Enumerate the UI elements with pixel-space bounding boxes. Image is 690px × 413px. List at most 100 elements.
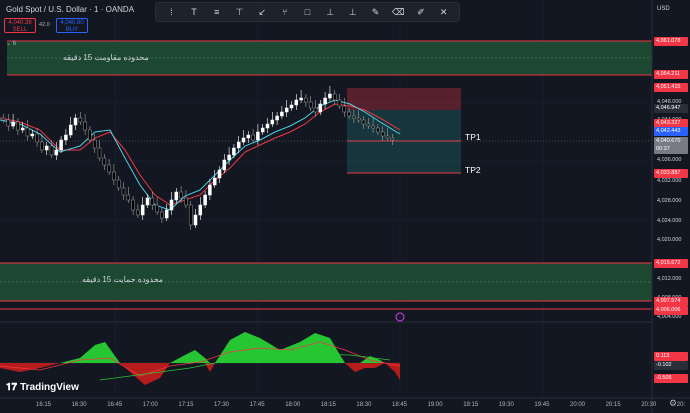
price-tag[interactable]: 4,051.415 (654, 83, 688, 92)
fib-icon[interactable]: ≡ (210, 5, 224, 19)
price-axis-label: 4,020.000 (657, 237, 682, 243)
candle-body (371, 125, 375, 129)
time-axis-label: 18:15 (320, 402, 336, 408)
candle-body (136, 209, 140, 216)
path-icon[interactable]: ⊥ (323, 5, 337, 19)
tradingview-icon: 𝟏𝟕 (6, 382, 18, 393)
candle-body (342, 105, 347, 113)
candle-body (256, 131, 260, 141)
time-axis-label: 18:00 (285, 402, 301, 408)
price-tag[interactable]: 4,046.947 (654, 104, 688, 113)
candle-body (289, 104, 294, 109)
candle-body (169, 199, 174, 211)
candle-body (40, 141, 44, 151)
pin-icon[interactable]: ⊥ (346, 5, 360, 19)
oscillator-tag[interactable]: -0.505 (654, 374, 688, 383)
buy-button[interactable]: 4,040.80 BUY (56, 18, 88, 33)
price-tag[interactable]: 4,061.078 (654, 37, 688, 46)
candle-body (150, 197, 155, 206)
candle-body (59, 139, 63, 151)
sell-price: 4,040.38 (8, 20, 32, 26)
candle-body (164, 209, 169, 219)
sticker-icon[interactable]: ✐ (414, 5, 428, 19)
candle-body (337, 99, 342, 107)
price-tag[interactable]: 4,054.211 (654, 70, 688, 79)
arrow-icon[interactable]: ↙ (255, 5, 269, 19)
candle-body (328, 93, 332, 99)
candle-body (112, 171, 116, 181)
ma-cyan-line (0, 99, 401, 211)
sell-label: SELL (12, 27, 28, 33)
time-axis-label: 18:30 (356, 402, 372, 408)
candle-body (198, 204, 203, 216)
price-tag[interactable]: 00:37 (654, 145, 688, 154)
time-axis-label: 20:15 (605, 402, 621, 408)
buy-price: 4,040.80 (60, 20, 84, 26)
time-axis-label: 20: (676, 402, 686, 408)
candle-body (270, 119, 275, 125)
rectangle-icon[interactable]: □ (300, 5, 314, 19)
symbol-title[interactable]: Gold Spot / U.S. Dollar · 1 · OANDA (6, 5, 134, 14)
candle-body (347, 111, 351, 117)
candle-body (356, 117, 361, 121)
stop-loss-area[interactable] (347, 88, 461, 110)
time-axis-label: 17:30 (214, 402, 230, 408)
spread-value: 42.0 (39, 22, 50, 28)
tradingview-logo[interactable]: 𝟏𝟕 TradingView (6, 382, 79, 393)
candle-body (107, 164, 111, 173)
candle-body (280, 111, 284, 117)
gear-icon[interactable]: ⚙ (669, 398, 677, 409)
resistance-zone-label: محدوده مقاومت 15 دقیقه (63, 53, 149, 62)
candle-body (97, 147, 102, 159)
support-zone-label: محدوده حمایت 15 دقیقه (82, 275, 164, 284)
candle-body (54, 149, 59, 156)
time-axis-label: 16:30 (71, 402, 87, 408)
candle-body (44, 145, 49, 151)
time-axis-label: 16:45 (107, 402, 123, 408)
candle-body (174, 191, 179, 201)
candle-body (227, 154, 231, 161)
candle-body (140, 204, 145, 216)
candle-body (188, 204, 193, 226)
brush-icon[interactable]: ✎ (369, 5, 383, 19)
price-tag[interactable]: 4,015.672 (654, 259, 688, 268)
pitchfork-icon[interactable]: ⑂ (278, 5, 292, 19)
indicator-toggle[interactable]: ⌄ 6 (6, 40, 16, 47)
price-axis-label: 4,032.000 (657, 178, 682, 184)
price-tag[interactable]: 4,007.574 (654, 297, 688, 306)
candle-body (30, 133, 35, 137)
candle-body (361, 119, 366, 125)
candle-body (313, 107, 318, 113)
candle-body (83, 121, 87, 131)
candle-body (88, 129, 92, 141)
price-tag[interactable]: 4,042.443 (654, 127, 688, 136)
candle-body (131, 199, 135, 211)
candle-body (275, 115, 279, 121)
cursor-icon[interactable]: ⁞ (164, 5, 178, 19)
eraser-icon[interactable]: ⌫ (391, 5, 405, 19)
sell-button[interactable]: 4,040.38 SELL (4, 18, 36, 33)
candle-body (68, 124, 73, 136)
candle-body (6, 119, 11, 127)
candle-body (73, 117, 78, 126)
candle-body (155, 204, 159, 213)
currency-label[interactable]: USD (657, 6, 670, 12)
price-tag[interactable]: 4,006.006 (654, 306, 688, 315)
candle-body (116, 179, 121, 189)
time-axis-label: 17:15 (178, 402, 194, 408)
oscillator-tag[interactable]: 0.113 (654, 352, 688, 361)
close-icon[interactable]: ✕ (437, 5, 451, 19)
candle-body (179, 191, 183, 199)
candle-body (35, 133, 39, 143)
tp2-label: TP2 (465, 165, 481, 175)
candle-body (332, 93, 337, 101)
candle-body (102, 157, 107, 166)
price-tag[interactable]: 4,033.887 (654, 169, 688, 178)
oscillator-tag[interactable]: -0.102 (654, 361, 688, 370)
candle-body (11, 121, 15, 127)
logo-text: TradingView (20, 382, 79, 393)
measure-icon[interactable]: ⊤ (232, 5, 246, 19)
price-axis-label: 4,036.000 (657, 157, 682, 163)
text-icon[interactable]: T (187, 5, 201, 19)
time-axis-label: 18:45 (392, 402, 408, 408)
